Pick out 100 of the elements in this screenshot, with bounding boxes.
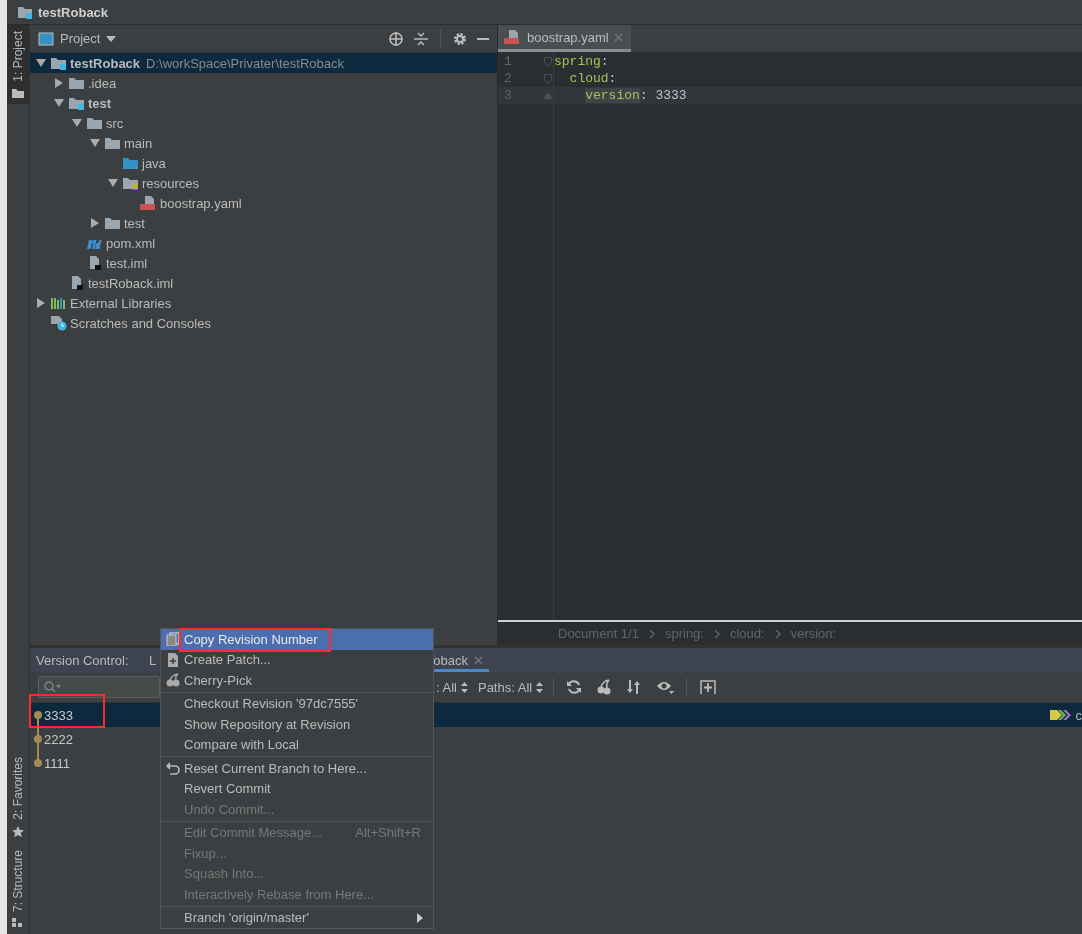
menu-item[interactable]: Reset Current Branch to Here... bbox=[161, 758, 433, 779]
tags-icon bbox=[1048, 708, 1073, 722]
copy-icon bbox=[165, 632, 180, 647]
search-field[interactable] bbox=[38, 676, 160, 698]
add-panel-icon[interactable] bbox=[699, 679, 718, 695]
code-line: cloud: bbox=[569, 71, 617, 86]
commit-subject: 1111 bbox=[44, 755, 71, 771]
tree-label: test.iml bbox=[106, 255, 148, 271]
menu-item[interactable]: Show Repository at Revision bbox=[161, 714, 433, 735]
project-path: D:\workSpace\Privater\testRoback bbox=[146, 55, 345, 71]
folder-icon bbox=[104, 135, 122, 151]
commit-subject: 3333 bbox=[44, 707, 73, 723]
tree-label: boostrap.yaml bbox=[160, 195, 242, 211]
tree-item[interactable]: test bbox=[30, 213, 497, 233]
tree-item[interactable]: test bbox=[30, 93, 497, 113]
updown-arrow-icon bbox=[460, 681, 468, 693]
editor-tab[interactable]: boostrap.yaml bbox=[498, 25, 631, 52]
tree-label: main bbox=[124, 135, 153, 151]
menu-item[interactable]: Revert Commit bbox=[161, 778, 433, 799]
tree-item[interactable]: .idea bbox=[30, 73, 497, 93]
tree-label: test bbox=[124, 215, 145, 231]
folder-icon bbox=[104, 215, 122, 231]
fold-marker-icon[interactable] bbox=[543, 73, 552, 84]
expanded-arrow-icon[interactable] bbox=[36, 58, 46, 68]
sort-arrows-icon[interactable] bbox=[626, 679, 643, 695]
undo-icon bbox=[165, 761, 180, 776]
structure-icon bbox=[12, 918, 24, 928]
tree-label: testRoback.iml bbox=[88, 275, 174, 291]
tree-label: External Libraries bbox=[70, 295, 172, 311]
chevron-icon bbox=[648, 628, 655, 639]
tree-item[interactable]: main bbox=[30, 133, 497, 153]
collapsed-arrow-icon[interactable] bbox=[54, 78, 64, 88]
tree-label: pom.xml bbox=[106, 235, 156, 251]
tool-window-tab[interactable]: 1: Project bbox=[7, 25, 29, 104]
tree-item[interactable]: boostrap.yaml bbox=[30, 193, 497, 213]
selected-row-highlight[interactable]: c bbox=[435, 703, 1082, 727]
tree-label: .idea bbox=[88, 75, 117, 91]
menu-item[interactable]: Branch 'origin/master' bbox=[161, 907, 433, 928]
tree-item[interactable]: resources bbox=[30, 173, 497, 193]
refresh-icon[interactable] bbox=[566, 679, 583, 695]
chevron-icon bbox=[774, 628, 781, 639]
yaml-file-icon bbox=[140, 195, 158, 211]
commit-row[interactable]: 2222 bbox=[30, 727, 161, 751]
collapse-icon[interactable] bbox=[414, 30, 428, 47]
tree-label: src bbox=[106, 115, 124, 131]
window-icon bbox=[38, 31, 54, 46]
clock-file-icon bbox=[50, 315, 68, 331]
commit-row[interactable]: 3333 bbox=[30, 703, 161, 727]
graph-node-icon bbox=[33, 727, 43, 751]
file-plus-icon bbox=[165, 651, 180, 668]
filter-dropdown[interactable]: Paths: All bbox=[475, 679, 546, 695]
settings-icon[interactable] bbox=[453, 31, 467, 46]
bars-icon bbox=[50, 295, 68, 311]
yaml-file-icon bbox=[504, 29, 522, 45]
collapsed-arrow-icon[interactable] bbox=[90, 218, 100, 228]
panel-tab[interactable]: L bbox=[149, 648, 163, 672]
folder-icon bbox=[17, 5, 33, 19]
code-line: version: 3333 bbox=[585, 88, 687, 103]
folder-icon bbox=[50, 55, 68, 71]
menu-item[interactable]: Copy Revision Number bbox=[161, 629, 433, 650]
cherry-icon[interactable] bbox=[596, 679, 613, 695]
tree-item[interactable]: testRoback D:\workSpace\Privater\testRoback bbox=[30, 53, 497, 73]
view-selector[interactable]: Project bbox=[38, 31, 117, 46]
tool-window-tab[interactable]: 2: Favorites bbox=[7, 751, 29, 844]
menu-item[interactable]: Compare with Local bbox=[161, 734, 433, 755]
tree-item[interactable]: src bbox=[30, 113, 497, 133]
tree-label: Scratches and Consoles bbox=[70, 315, 211, 331]
chevron-icon bbox=[713, 628, 720, 639]
tree-item[interactable]: testRoback.iml bbox=[30, 273, 497, 293]
tree-label: testRoback bbox=[70, 55, 141, 71]
menu-item[interactable]: Checkout Revision '97dc7555' bbox=[161, 693, 433, 714]
filter-dropdown[interactable]: : All bbox=[434, 679, 470, 695]
tree-item[interactable]: pom.xml bbox=[30, 233, 497, 253]
tree-item[interactable]: Scratches and Consoles bbox=[30, 313, 497, 333]
menu-item[interactable]: Cherry-Pick bbox=[161, 670, 433, 691]
ref-label: c bbox=[1075, 707, 1082, 723]
expanded-arrow-icon[interactable] bbox=[108, 178, 118, 188]
tool-window-tab[interactable]: 7: Structure bbox=[7, 843, 29, 934]
tree-item[interactable]: java bbox=[30, 153, 497, 173]
commit-row[interactable]: 1111 bbox=[30, 751, 161, 775]
search-icon bbox=[44, 681, 62, 693]
expanded-arrow-icon[interactable] bbox=[54, 98, 64, 108]
tree-item[interactable]: External Libraries bbox=[30, 293, 497, 313]
tree-item[interactable]: test.iml bbox=[30, 253, 497, 273]
expanded-arrow-icon[interactable] bbox=[90, 138, 100, 148]
fold-marker-icon[interactable] bbox=[543, 56, 552, 67]
crosshair-icon[interactable] bbox=[388, 30, 404, 47]
tree-label: java bbox=[142, 155, 166, 171]
expanded-arrow-icon[interactable] bbox=[72, 118, 82, 128]
collapsed-arrow-icon[interactable] bbox=[36, 298, 46, 308]
folder-icon bbox=[86, 115, 104, 131]
commit-subject: 2222 bbox=[44, 731, 73, 747]
cherry-icon bbox=[165, 673, 180, 688]
folder-icon bbox=[68, 95, 86, 111]
folder-icon bbox=[122, 155, 140, 171]
eye-icon[interactable] bbox=[656, 679, 675, 695]
tree-label: resources bbox=[142, 175, 200, 191]
window-title: testRoback bbox=[38, 4, 109, 20]
folder-icon bbox=[122, 175, 140, 191]
panel-title: Version Control: bbox=[35, 651, 130, 670]
